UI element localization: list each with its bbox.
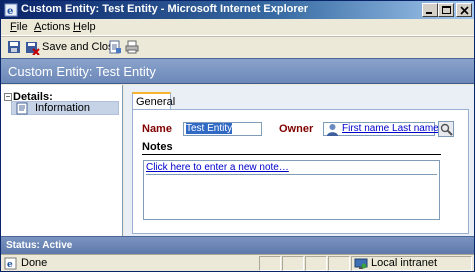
entity-header: Custom Entity: Test Entity	[1, 58, 474, 84]
internet-explorer-icon: e	[4, 3, 18, 17]
minimize-button[interactable]	[422, 3, 438, 17]
menu-bar: File Actions Help	[1, 19, 474, 36]
minimize-icon	[426, 12, 432, 14]
status-pane	[259, 256, 281, 271]
close-button[interactable]	[456, 3, 472, 17]
owner-lookup-button[interactable]	[438, 121, 454, 137]
menu-help[interactable]: Help	[73, 21, 96, 33]
local-intranet-icon	[354, 258, 368, 269]
general-form: Name Test Entity Owner First name Last n…	[132, 109, 469, 234]
security-zone-text: Local intranet	[371, 257, 438, 269]
record-status-bar: Status: Active	[1, 236, 474, 254]
attach-icon[interactable]	[108, 40, 122, 54]
new-note-link[interactable]: Click here to enter a new note…	[146, 162, 437, 175]
maximize-button[interactable]	[438, 3, 454, 17]
svg-text:e: e	[7, 260, 13, 270]
collapse-icon[interactable]: −	[4, 93, 12, 102]
browser-window: e Custom Entity: Test Entity - Microsoft…	[0, 0, 475, 272]
status-pane	[282, 256, 304, 271]
page-done-icon: e	[4, 257, 17, 270]
tab-general-label: General	[136, 96, 176, 108]
owner-lookup-field[interactable]: First name Last name	[323, 122, 439, 136]
save-icon[interactable]	[7, 40, 21, 54]
status-pane	[328, 256, 350, 271]
maximize-icon	[442, 6, 451, 14]
notes-label: Notes	[142, 141, 173, 153]
svg-text:e: e	[7, 6, 13, 17]
close-icon	[460, 6, 469, 15]
toolbar: Save and Close	[1, 36, 474, 57]
browser-status-bar: e Done Local intranet	[1, 254, 474, 271]
user-icon	[327, 124, 338, 136]
window-title: Custom Entity: Test Entity - Microsoft I…	[21, 3, 309, 15]
status-pane	[305, 256, 327, 271]
name-label: Name	[142, 123, 172, 135]
status-done-text: Done	[21, 257, 48, 269]
menu-file[interactable]: File	[10, 21, 28, 33]
owner-label: Owner	[279, 123, 314, 135]
nav-item-information[interactable]: Information	[11, 101, 119, 115]
owner-link[interactable]: First name Last name	[342, 123, 439, 134]
page-title: Custom Entity: Test Entity	[8, 64, 156, 79]
name-field[interactable]: Test Entity	[183, 122, 262, 136]
title-bar[interactable]: e Custom Entity: Test Entity - Microsoft…	[1, 1, 474, 19]
nav-item-label: Information	[35, 102, 91, 114]
print-icon[interactable]	[125, 40, 139, 54]
notes-area[interactable]: Click here to enter a new note…	[143, 160, 440, 220]
name-field-value: Test Entity	[186, 123, 233, 134]
notes-divider	[142, 154, 441, 155]
tab-general[interactable]: General	[132, 92, 175, 110]
left-navigation: − Details: Information	[1, 85, 123, 236]
menu-actions[interactable]: Actions	[34, 21, 70, 33]
status-label: Status: Active	[6, 240, 73, 251]
save-close-icon	[26, 42, 40, 55]
information-page-icon	[16, 102, 28, 115]
main-content: General Name Test Entity Owner First nam…	[124, 85, 474, 236]
lookup-icon	[440, 123, 453, 136]
